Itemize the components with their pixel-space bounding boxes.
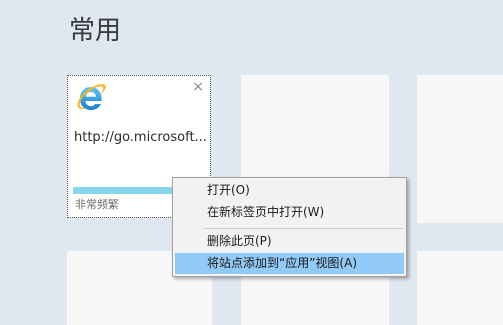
frequency-caption: 非常频繁 xyxy=(75,198,119,211)
close-icon[interactable]: × xyxy=(192,80,204,94)
menu-item-remove-page[interactable]: 删除此页(P) xyxy=(175,231,404,252)
empty-tile xyxy=(417,75,503,223)
menu-item-open-new-tab[interactable]: 在新标签页中打开(W) xyxy=(175,202,404,223)
menu-item-add-to-apps-view[interactable]: 将站点添加到“应用”视图(A) xyxy=(175,253,404,274)
tile-url: http://go.microsoft.... xyxy=(74,130,208,145)
menu-separator xyxy=(203,228,403,229)
menu-item-open[interactable]: 打开(O) xyxy=(175,180,404,201)
context-menu: 打开(O) 在新标签页中打开(W) 删除此页(P) 将站点添加到“应用”视图(A… xyxy=(172,177,407,277)
ie-logo-icon xyxy=(75,82,107,114)
empty-tile xyxy=(417,251,503,325)
section-title: 常用 xyxy=(69,16,122,46)
